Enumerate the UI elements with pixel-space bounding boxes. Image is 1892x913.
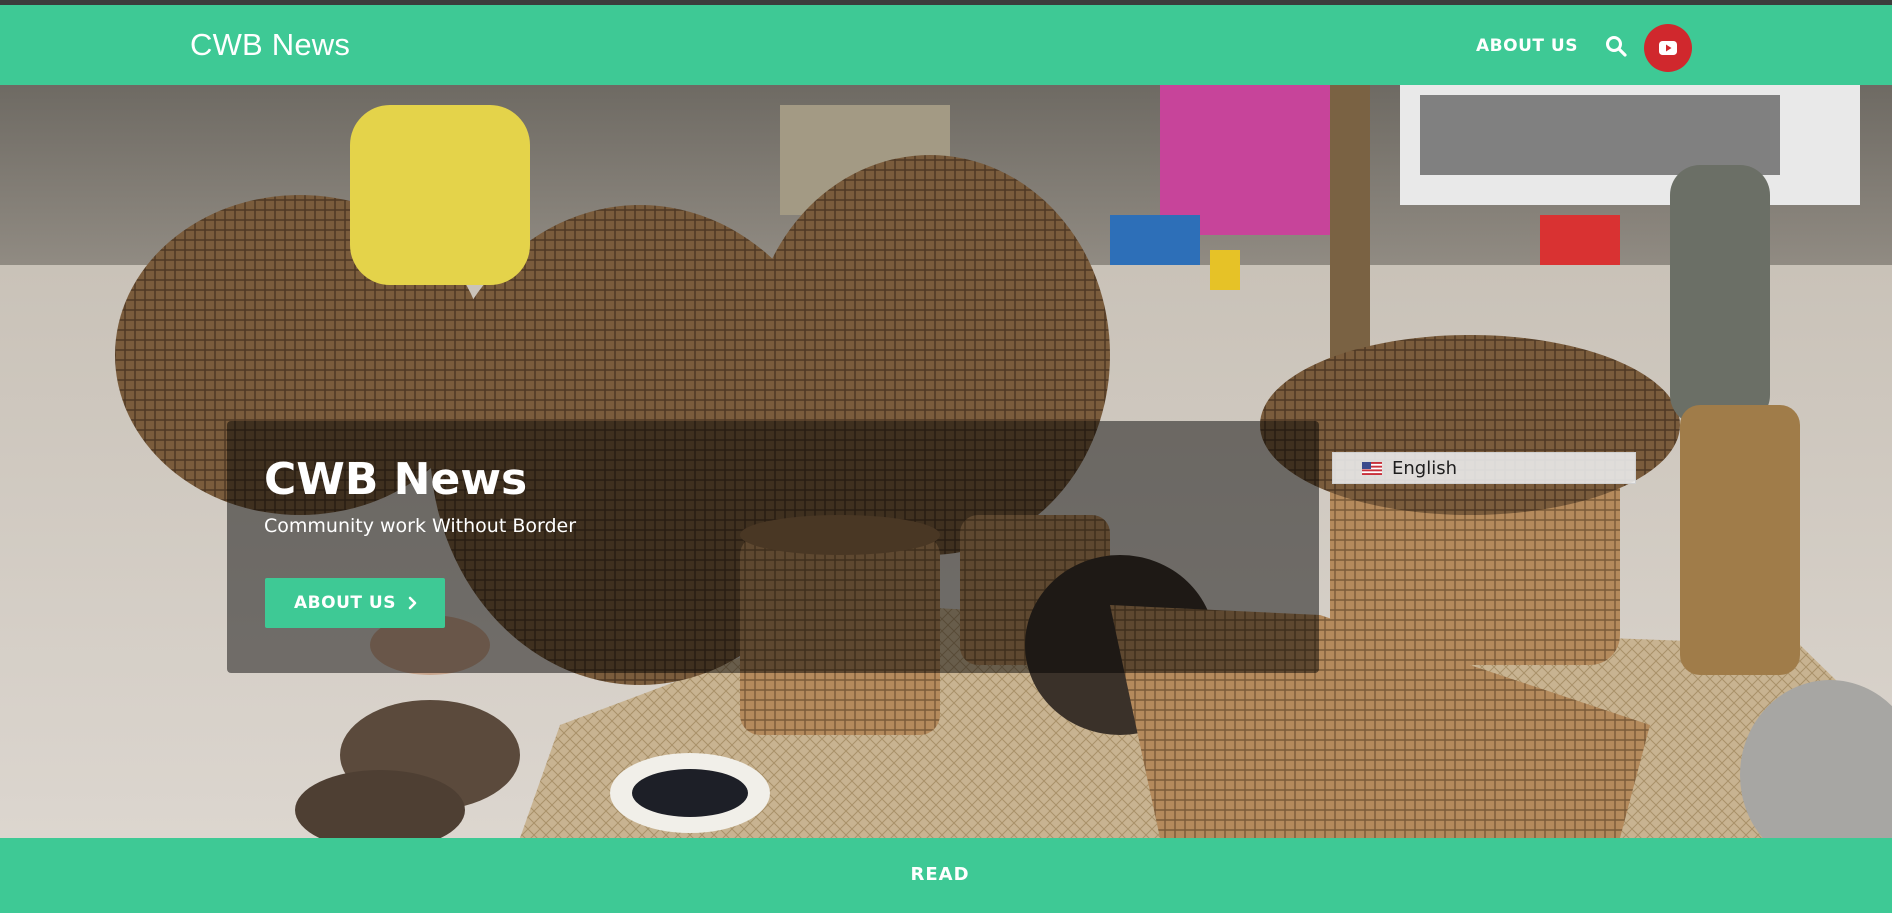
hero-about-us-button[interactable]: ABOUT US — [265, 578, 445, 628]
site-brand[interactable]: CWB News — [190, 27, 350, 63]
hero-title: CWB News — [264, 454, 528, 505]
search-icon[interactable] — [1605, 35, 1627, 57]
chevron-right-icon — [408, 596, 417, 610]
language-label: English — [1392, 458, 1457, 479]
language-selector[interactable]: English — [1332, 452, 1636, 484]
hero-banner: CWB News Community work Without Border A… — [0, 85, 1892, 838]
site-header: CWB News ABOUT US — [0, 5, 1892, 85]
hero-overlay-card: CWB News Community work Without Border A… — [227, 421, 1319, 673]
youtube-icon — [1659, 41, 1677, 55]
read-button[interactable]: READ — [880, 864, 1000, 888]
youtube-button[interactable] — [1644, 24, 1692, 72]
hero-about-us-label: ABOUT US — [294, 593, 396, 613]
hero-subtitle: Community work Without Border — [264, 515, 577, 537]
us-flag-icon — [1362, 462, 1382, 475]
nav-about-us-link[interactable]: ABOUT US — [1476, 36, 1578, 56]
footer-bar: READ — [0, 838, 1892, 913]
